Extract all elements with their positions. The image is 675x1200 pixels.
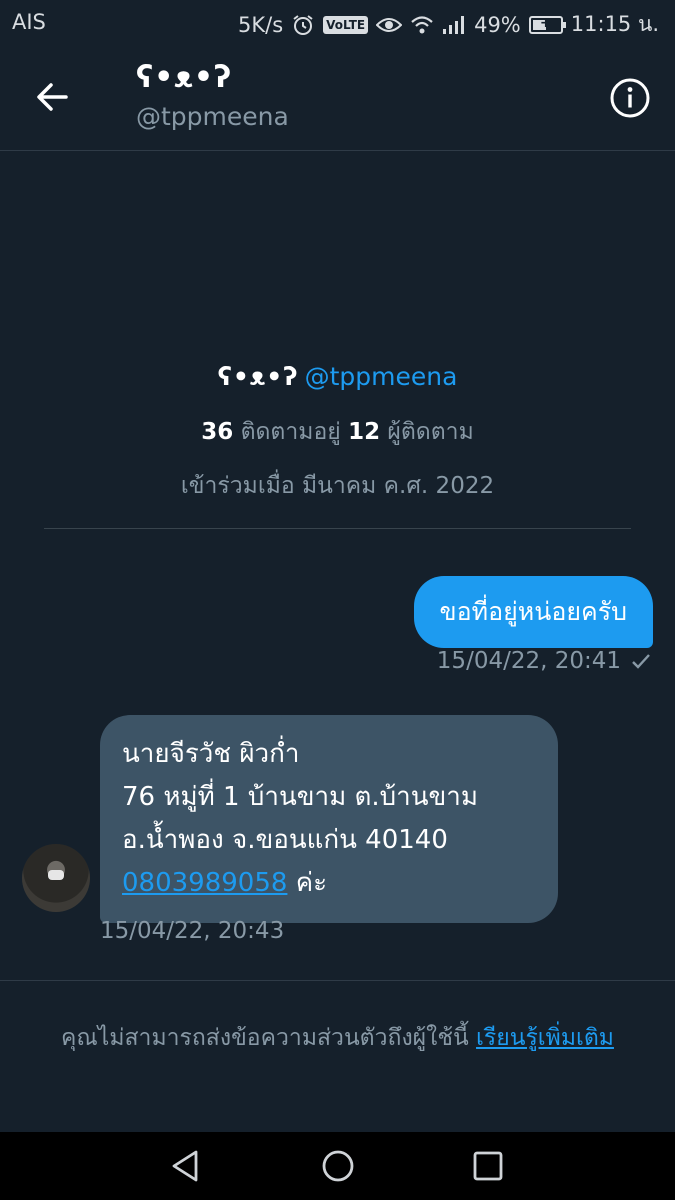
avatar-detail	[48, 870, 64, 880]
dm-restricted-notice: คุณไม่สามารถส่งข้อความส่วนตัวถึงผู้ใช้นี…	[30, 1018, 645, 1058]
learn-more-link[interactable]: เรียนรู้เพิ่มเติม	[476, 1025, 614, 1051]
phone-link[interactable]: 0803989058	[122, 868, 287, 898]
wifi-icon	[410, 15, 434, 35]
header-handle: @tppmeena	[136, 102, 289, 131]
joined-date: เข้าร่วมเมื่อ มีนาคม ค.ศ. 2022	[180, 473, 495, 499]
battery-percent: 49%	[474, 12, 521, 37]
incoming-timestamp: 15/04/22, 20:43	[100, 918, 285, 944]
profile-name-line: ʕ•ᴥ•ʔ @tppmeena	[0, 362, 675, 392]
alarm-icon	[291, 13, 315, 37]
triangle-back-icon	[172, 1150, 198, 1182]
following-link[interactable]: 36 ติดตามอยู่	[201, 419, 341, 445]
info-icon	[610, 78, 650, 118]
square-recents-icon	[473, 1151, 503, 1181]
checkmark-icon	[632, 654, 650, 669]
message-line: อ.น้ำพอง จ.ขอนแก่น 40140	[122, 825, 448, 855]
network-speed: 5K/s	[238, 12, 284, 37]
arrow-left-icon	[37, 83, 68, 111]
nav-home-button[interactable]	[318, 1146, 358, 1186]
following-count: 36	[201, 419, 234, 445]
status-bar: AIS 5K/s VoLTE 49% + 11:15 น.	[0, 0, 675, 46]
footer-divider	[0, 980, 675, 981]
info-button[interactable]	[609, 77, 651, 119]
outgoing-timestamp: 15/04/22, 20:41	[436, 648, 621, 674]
signal-icon	[442, 15, 466, 35]
incoming-message-bubble[interactable]: นายจีรวัช ผิวก่ำ 76 หมู่ที่ 1 บ้านขาม ต.…	[100, 715, 558, 923]
message-line: 0803989058 ค่ะ	[122, 862, 536, 905]
carrier-label: AIS	[12, 10, 46, 34]
battery-icon: +	[528, 14, 566, 34]
profile-divider	[44, 528, 631, 529]
message-line: 76 หมู่ที่ 1 บ้านขาม ต.บ้านขาม	[122, 782, 479, 812]
notice-text: คุณไม่สามารถส่งข้อความส่วนตัวถึงผู้ใช้นี…	[61, 1025, 469, 1051]
profile-display-name: ʕ•ᴥ•ʔ	[217, 362, 299, 391]
message-suffix: ค่ะ	[295, 868, 328, 898]
nav-back-button[interactable]	[166, 1146, 206, 1186]
nav-recents-button[interactable]	[468, 1146, 508, 1186]
follow-counts: 36 ติดตามอยู่ 12 ผู้ติดตาม	[0, 414, 675, 450]
profile-handle[interactable]: @tppmeena	[305, 362, 458, 391]
followers-label: ผู้ติดตาม	[387, 419, 474, 445]
volte-badge: VoLTE	[323, 15, 369, 34]
circle-home-icon	[322, 1150, 354, 1182]
message-line: นายจีรวัช ผิวก่ำ	[122, 739, 300, 769]
header-display-name: ʕ•ᴥ•ʔ	[136, 60, 233, 95]
clock: 11:15 น.	[570, 12, 659, 36]
outgoing-message-meta: 15/04/22, 20:41	[437, 648, 651, 674]
following-label: ติดตามอยู่	[240, 419, 341, 445]
eye-icon	[376, 15, 403, 35]
system-navigation-bar	[0, 1132, 675, 1200]
profile-summary: ʕ•ᴥ•ʔ @tppmeena 36 ติดตามอยู่ 12 ผู้ติดตา…	[0, 362, 675, 504]
back-button[interactable]	[30, 74, 76, 120]
outgoing-message-bubble[interactable]: ขอที่อยู่หน่อยครับ	[413, 576, 653, 648]
conversation-header: ʕ•ᴥ•ʔ @tppmeena	[0, 46, 675, 151]
followers-link[interactable]: 12 ผู้ติดตาม	[348, 419, 474, 445]
charging-icon: +	[539, 14, 552, 31]
status-icons: 5K/s VoLTE 49% + 11:15 น.	[238, 8, 659, 41]
followers-count: 12	[348, 419, 381, 445]
avatar[interactable]	[22, 844, 90, 912]
